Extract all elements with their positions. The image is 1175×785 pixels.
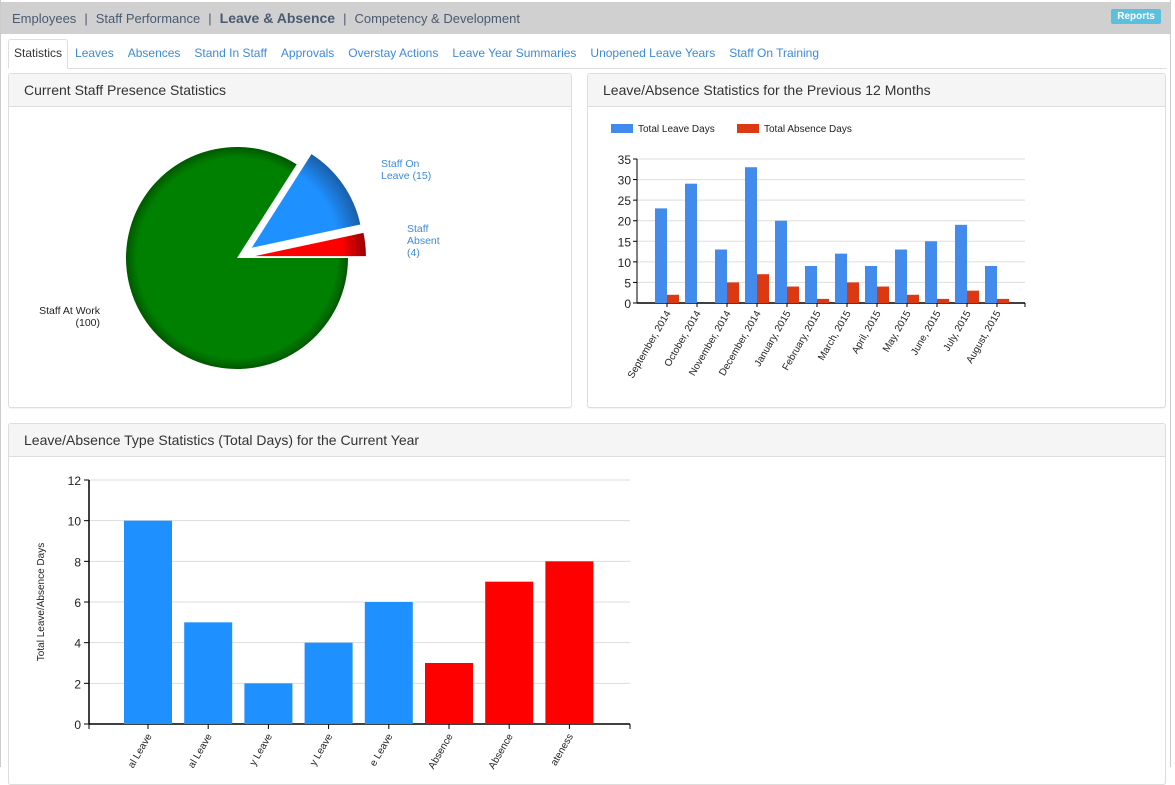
monthly-bar-chart: Total Leave Days Total Absence Days 0 5 10 15…	[611, 124, 1026, 381]
bar-total-leave-days-april-2015[interactable]	[865, 265, 877, 303]
nav-separator: |	[343, 10, 347, 26]
top-navigation: Employees | Staff Performance | Leave & Abse…	[1, 2, 1170, 34]
y-tick-label: 4	[74, 637, 81, 651]
y-tick-label: 20	[618, 215, 632, 229]
bar-type-2[interactable]	[184, 622, 233, 724]
y-tick-label: 25	[618, 194, 632, 208]
bar-total-absence-days-september-2014[interactable]	[667, 294, 679, 303]
bar-total-leave-days-june-2015[interactable]	[925, 241, 937, 303]
bar-type-7[interactable]	[485, 581, 534, 724]
bar-total-leave-days-december-2014[interactable]	[745, 167, 757, 303]
nav-item-staff-performance[interactable]: Staff Performance	[96, 11, 201, 26]
pie-label-staff-on-leave: Staff On Leave (15)	[381, 158, 431, 182]
tab-staff-on-training[interactable]: Staff On Training	[722, 39, 826, 68]
nav-item-leave-absence[interactable]: Leave & Absence	[220, 10, 335, 26]
x-tick-label: Absence	[427, 732, 456, 772]
tab-leaves[interactable]: Leaves	[68, 39, 121, 68]
tab-statistics[interactable]: Statistics	[8, 39, 69, 69]
bar-total-absence-days-july-2015[interactable]	[967, 290, 979, 303]
y-tick-label: 35	[618, 153, 632, 167]
bar-total-absence-days-december-2014[interactable]	[757, 274, 769, 303]
bar-total-leave-days-january-2015[interactable]	[775, 220, 787, 303]
bar-total-absence-days-june-2015[interactable]	[937, 298, 949, 303]
y-axis-title: Total Leave/Absence Days	[36, 543, 47, 661]
x-tick-label: ateness	[549, 732, 576, 768]
bar-type-3[interactable]	[244, 683, 293, 724]
legend-swatch-total-leave-days	[611, 124, 633, 133]
bar-total-leave-days-september-2014[interactable]	[655, 208, 667, 303]
y-tick-label: 10	[618, 256, 632, 270]
x-tick-label: September, 2014	[626, 309, 674, 381]
nav-separator: |	[84, 10, 88, 26]
y-tick-label: 30	[618, 174, 632, 188]
bar-total-leave-days-february-2015[interactable]	[805, 265, 817, 303]
y-tick-label: 6	[74, 596, 81, 610]
bar-total-absence-days-january-2015[interactable]	[787, 286, 799, 303]
x-tick-label: Absence	[487, 732, 516, 772]
top-nav-items: Employees | Staff Performance | Leave & Abse…	[1, 10, 520, 26]
y-tick-label: 0	[74, 718, 81, 732]
y-tick-label: 10	[68, 515, 82, 529]
x-tick-label: July, 2015	[942, 309, 974, 354]
y-tick-label: 5	[624, 276, 631, 290]
bar-type-4[interactable]	[304, 642, 353, 724]
legend-label-total-absence-days: Total Absence Days	[764, 124, 852, 135]
pie-label-staff-at-work: Staff At Work (100)	[39, 305, 101, 329]
tab-unopened-leave-years[interactable]: Unopened Leave Years	[583, 39, 722, 68]
bar-total-absence-days-august-2015[interactable]	[997, 298, 1009, 303]
presence-pie-chart: Staff Absent (4) Staff On Leave (15) Staff At…	[39, 146, 440, 369]
y-tick-label: 15	[618, 235, 632, 249]
tab-bar: Statistics Leaves Absences Stand In Staff Ap…	[8, 39, 1167, 69]
tab-absences[interactable]: Absences	[121, 39, 188, 68]
bar-type-6[interactable]	[425, 663, 473, 724]
bar-total-leave-days-july-2015[interactable]	[955, 224, 967, 303]
y-tick-label: 0	[624, 297, 631, 311]
chart-legend: Total Leave Days Total Absence Days	[611, 124, 852, 135]
y-tick-label: 8	[74, 555, 81, 569]
bar-total-absence-days-february-2015[interactable]	[817, 298, 829, 303]
legend-label-total-leave-days: Total Leave Days	[638, 124, 715, 135]
x-tick-label: May, 2015	[881, 309, 914, 355]
bar-type-8[interactable]	[545, 561, 594, 724]
legend-swatch-total-absence-days	[737, 124, 759, 133]
y-tick-label: 12	[68, 474, 82, 488]
tab-overstay-actions[interactable]: Overstay Actions	[341, 39, 445, 68]
bar-total-leave-days-march-2015[interactable]	[835, 253, 847, 303]
bar-total-leave-days-november-2014[interactable]	[715, 249, 727, 303]
nav-item-competency-development[interactable]: Competency & Development	[354, 11, 519, 26]
tab-approvals[interactable]: Approvals	[274, 39, 341, 68]
bar-total-absence-days-march-2015[interactable]	[847, 282, 859, 303]
x-tick-label: al Leave	[126, 732, 155, 771]
types-panel: Leave/Absence Type Statistics (Total Day…	[8, 423, 1166, 785]
tab-stand-in-staff[interactable]: Stand In Staff	[187, 39, 274, 68]
reports-button[interactable]: Reports	[1111, 9, 1161, 24]
presence-panel: Current Staff Presence Statistics Staff A…	[8, 73, 572, 408]
x-tick-label: al Leave	[186, 732, 215, 771]
bar-total-absence-days-may-2015[interactable]	[907, 294, 919, 303]
nav-item-employees[interactable]: Employees	[12, 11, 76, 26]
bar-total-leave-days-october-2014[interactable]	[685, 183, 697, 303]
bar-type-1[interactable]	[124, 520, 172, 724]
monthly-panel: Leave/Absence Statistics for the Previou…	[587, 73, 1166, 408]
x-tick-label: June, 2015	[909, 309, 943, 358]
bar-total-leave-days-may-2015[interactable]	[895, 249, 907, 303]
pie-label-staff-absent: Staff Absent (4)	[407, 223, 440, 259]
x-tick-label: y Leave	[248, 732, 275, 768]
x-tick-label: April, 2015	[850, 309, 884, 356]
x-tick-label: e Leave	[368, 732, 396, 769]
x-tick-label: y Leave	[308, 732, 335, 768]
bar-type-5[interactable]	[364, 602, 413, 724]
bar-total-absence-days-november-2014[interactable]	[727, 282, 739, 303]
tab-leave-year-summaries[interactable]: Leave Year Summaries	[445, 39, 583, 68]
types-bar-chart: 0 2 4 6 8 10 12 Total Leave/Absence Days al Leav…	[36, 474, 631, 772]
nav-separator: |	[208, 10, 212, 26]
y-tick-label: 2	[74, 677, 81, 691]
bar-total-absence-days-april-2015[interactable]	[877, 286, 889, 303]
bar-total-leave-days-august-2015[interactable]	[985, 265, 997, 303]
